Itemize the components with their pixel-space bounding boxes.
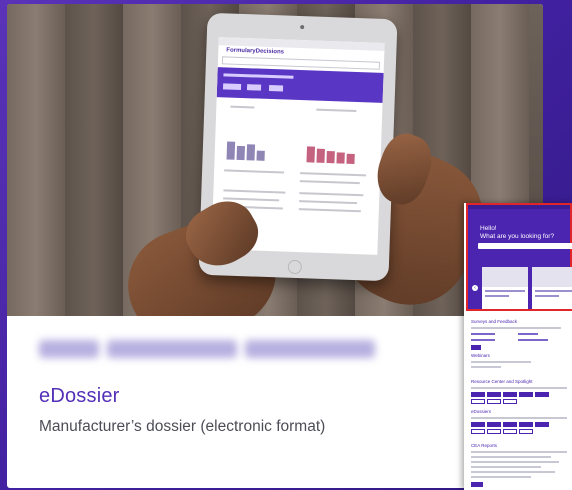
camera-icon <box>300 25 305 30</box>
section-webinars: Webinars <box>471 353 490 358</box>
thumbnail-hero-highlight: Hello! What are you looking for? ‹ <box>466 203 572 311</box>
tablet-photo: FormularyDecisions <box>7 4 543 316</box>
edossier-card[interactable]: FormularyDecisions eDossier Manufacturer… <box>7 4 543 488</box>
chevron-left-icon: ‹ <box>472 285 478 291</box>
card-title[interactable]: eDossier <box>39 385 120 408</box>
question-text: What are you looking for? <box>480 233 555 240</box>
thumbnail-search-input <box>478 243 572 249</box>
card-subtitle: Manufacturer’s dossier (electronic forma… <box>39 418 326 435</box>
hello-text: Hello! <box>480 225 497 232</box>
section-edossiers: eDossiers <box>471 409 492 414</box>
home-button-icon <box>287 259 303 275</box>
section-cea-reports: CEA Reports <box>471 443 498 448</box>
section-resource-center: Resource Center and Spotlight <box>471 379 533 384</box>
section-surveys: Surveys and Feedback <box>471 319 518 324</box>
website-thumbnail: Hello! What are you looking for? ‹ Surve… <box>464 203 572 490</box>
blurred-product-name <box>39 340 394 368</box>
